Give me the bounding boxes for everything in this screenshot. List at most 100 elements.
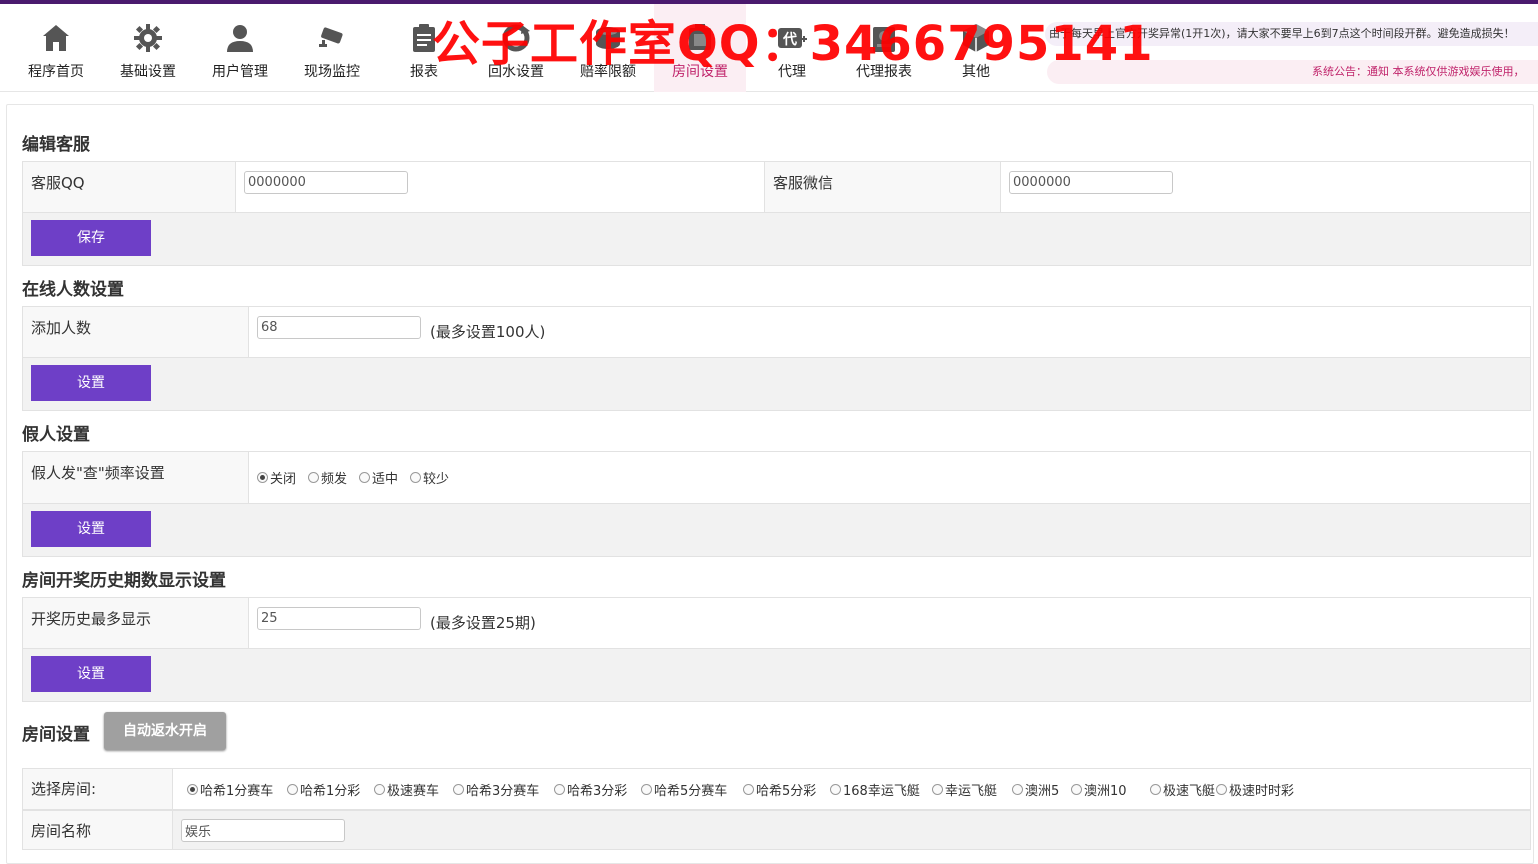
room-radio[interactable]: 澳洲10: [1071, 780, 1127, 799]
radio-label: 澳洲5: [1025, 784, 1060, 799]
history-count-input[interactable]: [257, 607, 421, 630]
room-radio[interactable]: 幸运飞艇: [932, 780, 997, 799]
customer-service-row: 客服QQ 客服微信: [22, 161, 1531, 213]
room-radio[interactable]: 哈希1分彩: [287, 780, 360, 799]
radio-dot: [554, 784, 565, 795]
nav-item-label: 赔率限额: [580, 64, 636, 80]
nav-item-10[interactable]: 其他: [930, 4, 1022, 92]
camera-icon: [316, 22, 348, 54]
radio-label: 较少: [423, 472, 450, 487]
room-name-input[interactable]: [181, 819, 345, 842]
nav-item-label: 报表: [410, 64, 438, 80]
room-radio[interactable]: 极速飞艇: [1150, 780, 1215, 799]
radio-dot: [1216, 784, 1227, 795]
cube-icon: [960, 22, 992, 54]
auto-rebate-button[interactable]: 自动返水开启: [104, 712, 226, 750]
nav-item-label: 用户管理: [212, 64, 268, 80]
online-label: 添加人数: [23, 307, 249, 357]
radio-label: 极速时时彩: [1229, 784, 1295, 799]
nav-item-5[interactable]: 回水设置: [470, 4, 562, 92]
room-name-row: 房间名称: [22, 810, 1531, 850]
radio-label: 频发: [321, 472, 348, 487]
history-row: 开奖历史最多显示 (最多设置25期): [22, 597, 1531, 649]
room-radio[interactable]: 极速赛车: [374, 780, 439, 799]
fake-frequency-radio[interactable]: 关闭: [257, 468, 296, 487]
nav-item-0[interactable]: 程序首页: [10, 4, 102, 92]
nav-item-4[interactable]: 报表: [378, 4, 470, 92]
section-title-fake: 假人设置: [22, 425, 90, 445]
room-radio[interactable]: 澳洲5: [1012, 780, 1059, 799]
nav-item-7[interactable]: 房间设置: [654, 4, 746, 92]
qq-input[interactable]: [244, 171, 408, 194]
nav-item-label: 基础设置: [120, 64, 176, 80]
radio-dot: [1012, 784, 1023, 795]
radio-dot: [374, 784, 385, 795]
room-select-label: 选择房间:: [23, 769, 173, 809]
fake-row: 假人发"查"频率设置 关闭 频发 适中 较少: [22, 451, 1531, 504]
nav-item-8[interactable]: 代代理: [746, 4, 838, 92]
radio-dot: [1071, 784, 1082, 795]
fake-frequency-radio[interactable]: 较少: [410, 468, 449, 487]
radio-label: 哈希1分彩: [300, 784, 361, 799]
announcement-marquee: 系统公告：通知 本系统仅供游戏娱乐使用，: [1047, 60, 1538, 84]
nav-item-9[interactable]: 代理报表: [838, 4, 930, 92]
radio-dot: [932, 784, 943, 795]
set-online-button[interactable]: 设置: [31, 365, 151, 401]
radio-label: 哈希1分赛车: [200, 784, 274, 799]
set-history-button[interactable]: 设置: [31, 656, 151, 692]
room-select-row: 选择房间: 哈希1分赛车 哈希1分彩 极速赛车 哈希3分赛车 哈希3分彩 哈希5分赛车 哈希…: [22, 768, 1531, 810]
radio-label: 适中: [372, 472, 399, 487]
radio-label: 幸运飞艇: [945, 784, 998, 799]
online-count-input[interactable]: [257, 316, 421, 339]
nav-item-label: 现场监控: [304, 64, 360, 80]
radio-label: 哈希5分彩: [756, 784, 817, 799]
set-fake-button[interactable]: 设置: [31, 511, 151, 547]
room-radio[interactable]: 哈希1分赛车: [187, 780, 273, 799]
fake-frequency-radio[interactable]: 频发: [308, 468, 347, 487]
fake-frequency-radio[interactable]: 适中: [359, 468, 398, 487]
notice-marquee: 由于每天早上官方开奖异常(1开1次)，请大家不要早上6到7点这个时间段开群。避免…: [1045, 22, 1538, 46]
radio-dot: [641, 784, 652, 795]
nav-item-label: 程序首页: [28, 64, 84, 80]
radio-label: 哈希5分赛车: [654, 784, 728, 799]
refresh-icon: [500, 22, 532, 54]
radio-label: 关闭: [270, 472, 297, 487]
radio-label: 哈希3分彩: [567, 784, 628, 799]
save-button[interactable]: 保存: [31, 220, 151, 256]
agent-report-icon: [868, 22, 900, 54]
room-icon: [684, 22, 716, 54]
room-radio[interactable]: 极速时时彩: [1216, 780, 1294, 799]
clipboard-icon: [408, 22, 440, 54]
nav-item-label: 代理: [778, 64, 806, 80]
nav-item-6[interactable]: 赔率限额: [562, 4, 654, 92]
notice-text: 由于每天早上官方开奖异常(1开1次)，请大家不要早上6到7点这个时间段开群。避免…: [1049, 27, 1515, 40]
customer-service-actions: 保存: [22, 213, 1531, 266]
nav-item-1[interactable]: 基础设置: [102, 4, 194, 92]
announcement-text: 系统公告：通知 本系统仅供游戏娱乐使用，: [1312, 65, 1525, 78]
room-name-label: 房间名称: [23, 811, 173, 849]
radio-dot: [287, 784, 298, 795]
room-radio[interactable]: 哈希3分彩: [554, 780, 627, 799]
history-hint: (最多设置25期): [430, 614, 536, 632]
room-radio[interactable]: 168幸运飞艇: [830, 780, 920, 799]
wechat-input[interactable]: [1009, 171, 1173, 194]
room-radio[interactable]: 哈希3分赛车: [453, 780, 539, 799]
radio-dot: [308, 472, 319, 483]
online-hint: (最多设置100人): [430, 323, 546, 341]
radio-label: 哈希3分赛车: [466, 784, 540, 799]
room-radio[interactable]: 哈希5分彩: [743, 780, 816, 799]
agent-icon: 代: [776, 22, 808, 54]
section-title-online: 在线人数设置: [22, 280, 124, 300]
coins-icon: [592, 22, 624, 54]
nav-item-2[interactable]: 用户管理: [194, 4, 286, 92]
room-radio[interactable]: 哈希5分赛车: [641, 780, 727, 799]
radio-dot: [359, 472, 370, 483]
radio-dot: [1150, 784, 1161, 795]
radio-dot: [830, 784, 841, 795]
nav-item-3[interactable]: 现场监控: [286, 4, 378, 92]
svg-text:代: 代: [782, 31, 797, 48]
home-icon: [40, 22, 72, 54]
radio-label: 168幸运飞艇: [843, 784, 920, 799]
section-title-customer-service: 编辑客服: [22, 135, 90, 155]
online-actions: 设置: [22, 358, 1531, 411]
